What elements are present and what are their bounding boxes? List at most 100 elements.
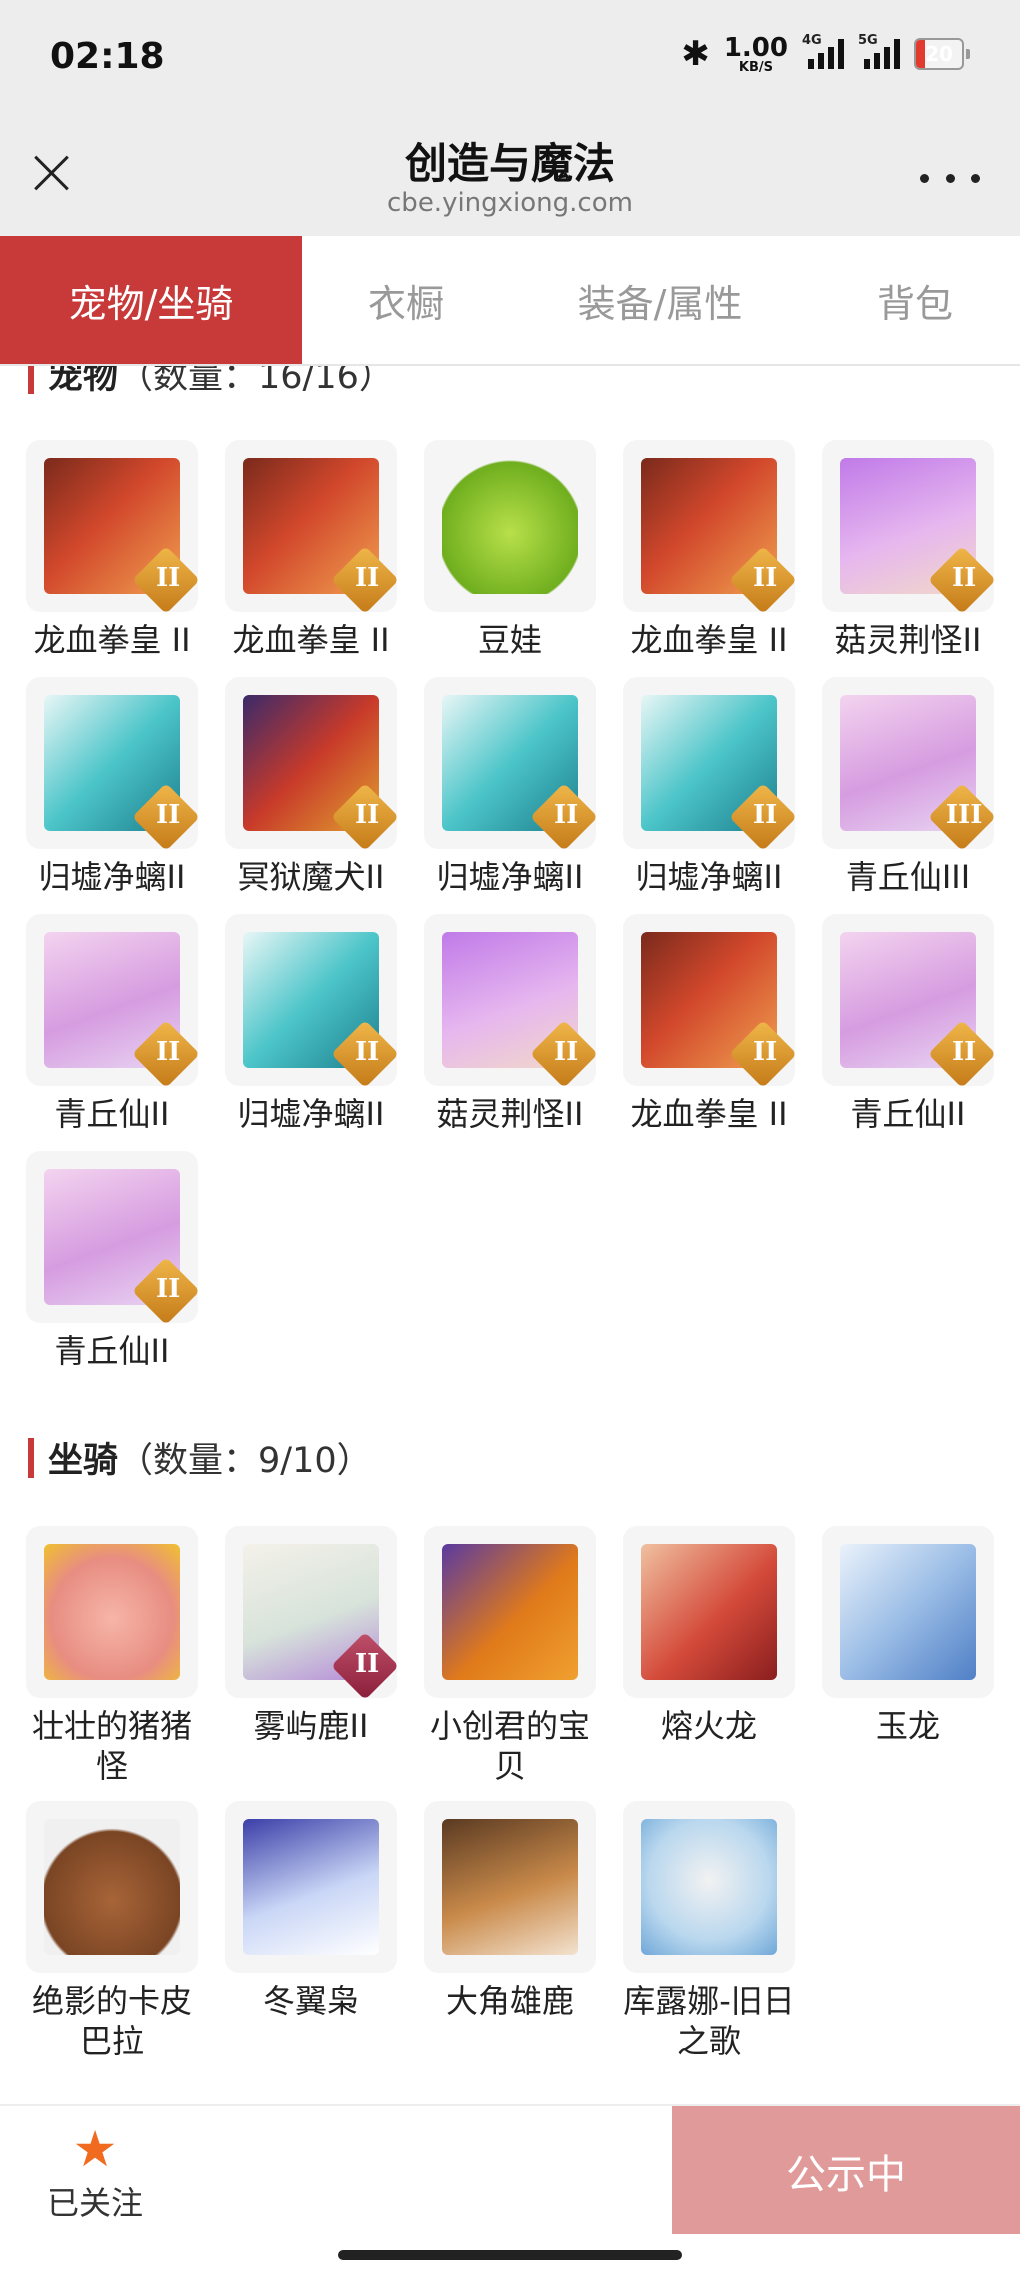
item-thumbnail: II — [424, 677, 596, 849]
item-label: 青丘仙III — [845, 858, 971, 896]
pets-grid: II 龙血拳皇 II II 龙血拳皇 II 豆娃 II 龙血拳皇 II II 菇灵荆怪II II 归… — [26, 440, 994, 1388]
item-label: 龙血拳皇 II — [630, 621, 788, 659]
item-label: 玉龙 — [875, 1707, 940, 1745]
pet-item[interactable]: II 归墟净螭II — [225, 914, 397, 1151]
item-label: 青丘仙II — [54, 1095, 170, 1133]
mounts-grid: 壮壮的猪猪怪 II 雾屿鹿II 小创君的宝贝 熔火龙 玉龙绝影的卡皮巴拉 冬翼枭 大角雄鹿 库露… — [26, 1526, 994, 2076]
item-thumbnail: II — [424, 914, 596, 1086]
stag-icon — [442, 1819, 578, 1955]
item-thumbnail: II — [26, 914, 198, 1086]
more-options-icon[interactable] — [920, 168, 980, 188]
tab-backpack[interactable]: 背包 — [810, 236, 1020, 364]
pet-item[interactable]: II 青丘仙II — [26, 1151, 198, 1388]
page-title: 创造与魔法 — [404, 139, 615, 188]
item-thumbnail: II — [822, 440, 994, 612]
battery-icon: 20 — [914, 38, 970, 70]
page-url: cbe.yingxiong.com — [387, 188, 633, 218]
item-label: 雾屿鹿II — [253, 1707, 369, 1745]
mount-item[interactable]: 绝影的卡皮巴拉 — [26, 1801, 198, 2076]
pet-item[interactable]: II 菇灵荆怪II — [424, 914, 596, 1151]
item-thumbnail: II — [225, 1526, 397, 1698]
item-label: 冬翼枭 — [262, 1982, 359, 2020]
item-thumbnail — [424, 440, 596, 612]
item-label: 归墟净螭II — [436, 858, 584, 896]
item-thumbnail: II — [225, 914, 397, 1086]
mount-item[interactable]: 壮壮的猪猪怪 — [26, 1526, 198, 1801]
item-label: 库露娜-旧日之歌 — [623, 1982, 795, 2060]
kuluna-icon — [641, 1819, 777, 1955]
tab-pets-mounts[interactable]: 宠物/坐骑 — [0, 236, 302, 364]
item-thumbnail: II — [26, 440, 198, 612]
item-thumbnail — [822, 1526, 994, 1698]
pet-item[interactable]: II 龙血拳皇 II — [225, 440, 397, 677]
title-bar: 创造与魔法 cbe.yingxiong.com — [0, 118, 1020, 236]
tab-bar: 宠物/坐骑 衣橱 装备/属性 背包 — [0, 236, 1020, 366]
pet-item[interactable]: II 青丘仙II — [822, 914, 994, 1151]
mount-item[interactable]: 大角雄鹿 — [424, 1801, 596, 2076]
item-thumbnail — [424, 1801, 596, 1973]
item-label: 龙血拳皇 II — [630, 1095, 788, 1133]
lava-dragon-icon — [641, 1544, 777, 1680]
mount-item[interactable]: 库露娜-旧日之歌 — [623, 1801, 795, 2076]
pet-item[interactable]: II 龙血拳皇 II — [623, 440, 795, 677]
item-label: 归墟净螭II — [635, 858, 783, 896]
item-thumbnail: II — [623, 914, 795, 1086]
item-label: 青丘仙II — [54, 1332, 170, 1370]
status-icons: ✱ 1.00 KB/S 4G 5G 20 — [681, 32, 970, 75]
item-thumbnail: II — [225, 440, 397, 612]
content-area[interactable]: 宠物 （数量：16/16） II 龙血拳皇 II II 龙血拳皇 II 豆娃 II 龙血拳皇… — [0, 366, 1020, 2078]
item-label: 菇灵荆怪II — [834, 621, 982, 659]
capybara-icon — [44, 1819, 180, 1955]
star-icon: ★ — [72, 2120, 118, 2178]
mount-item[interactable]: II 雾屿鹿II — [225, 1526, 397, 1801]
item-label: 龙血拳皇 II — [33, 621, 191, 659]
pet-item[interactable]: 豆娃 — [424, 440, 596, 677]
home-indicator — [0, 2234, 1020, 2280]
item-label: 龙血拳皇 II — [232, 621, 390, 659]
mount-item[interactable]: 熔火龙 — [623, 1526, 795, 1801]
tab-equipment[interactable]: 装备/属性 — [510, 236, 810, 364]
item-label: 归墟净螭II — [237, 1095, 385, 1133]
item-thumbnail: II — [26, 1151, 198, 1323]
net-speed: 1.00 KB/S — [723, 32, 788, 75]
item-thumbnail — [623, 1801, 795, 1973]
mount-item[interactable]: 冬翼枭 — [225, 1801, 397, 2076]
mounts-section-title: 坐骑 （数量：9/10） — [28, 1432, 372, 1483]
pet-item[interactable]: II 归墟净螭II — [26, 677, 198, 914]
mount-item[interactable]: 小创君的宝贝 — [424, 1526, 596, 1801]
item-label: 菇灵荆怪II — [436, 1095, 584, 1133]
item-thumbnail — [26, 1801, 198, 1973]
publish-status-button[interactable]: 公示中 — [672, 2106, 1020, 2236]
pet-item[interactable]: II 归墟净螭II — [623, 677, 795, 914]
pig-icon — [44, 1544, 180, 1680]
pet-item[interactable]: II 龙血拳皇 II — [623, 914, 795, 1151]
item-thumbnail: II — [623, 677, 795, 849]
bean-baby-icon — [442, 458, 578, 594]
item-label: 青丘仙II — [850, 1095, 966, 1133]
item-label: 绝影的卡皮巴拉 — [31, 1982, 192, 2060]
pet-item[interactable]: II 菇灵荆怪II — [822, 440, 994, 677]
pet-item[interactable]: II 冥狱魔犬II — [225, 677, 397, 914]
bluetooth-icon: ✱ — [681, 34, 710, 74]
follow-button[interactable]: ★ 已关注 — [40, 2124, 150, 2224]
clock: 02:18 — [50, 36, 165, 77]
pet-item[interactable]: II 青丘仙II — [26, 914, 198, 1151]
item-thumbnail: II — [623, 440, 795, 612]
pet-item[interactable]: II 归墟净螭II — [424, 677, 596, 914]
item-thumbnail — [424, 1526, 596, 1698]
mount-item[interactable]: 玉龙 — [822, 1526, 994, 1801]
item-thumbnail: II — [822, 914, 994, 1086]
signal-5g-icon: 5G — [858, 33, 900, 69]
tab-wardrobe[interactable]: 衣橱 — [302, 236, 510, 364]
item-thumbnail: II — [26, 677, 198, 849]
item-thumbnail — [225, 1801, 397, 1973]
item-label: 壮壮的猪猪怪 — [31, 1707, 192, 1785]
winter-owl-icon — [243, 1819, 379, 1955]
item-thumbnail: II — [225, 677, 397, 849]
pet-item[interactable]: III 青丘仙III — [822, 677, 994, 914]
item-label: 归墟净螭II — [38, 858, 186, 896]
item-label: 大角雄鹿 — [445, 1982, 574, 2020]
pet-item[interactable]: II 龙血拳皇 II — [26, 440, 198, 677]
item-thumbnail: III — [822, 677, 994, 849]
item-thumbnail — [623, 1526, 795, 1698]
